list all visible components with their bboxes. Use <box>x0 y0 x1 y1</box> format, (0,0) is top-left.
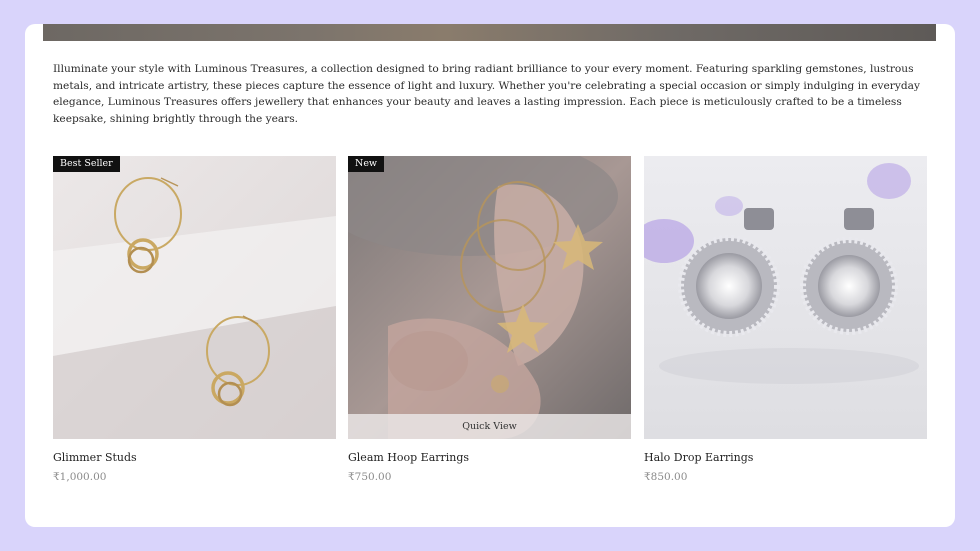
product-name[interactable]: Halo Drop Earrings <box>644 451 927 465</box>
product-name[interactable]: Gleam Hoop Earrings <box>348 451 631 465</box>
gold-hoop-earrings-image <box>53 156 336 439</box>
product-card[interactable]: Halo Drop Earrings ₹850.00 <box>644 156 927 484</box>
product-card[interactable]: Best Seller Glimmer Studs ₹1,000.00 <box>53 156 336 484</box>
product-name[interactable]: Glimmer Studs <box>53 451 336 465</box>
new-badge: New <box>348 156 385 172</box>
collection-description: Illuminate your style with Luminous Trea… <box>53 63 920 125</box>
model-star-hoop-earrings-image <box>348 156 631 439</box>
product-image[interactable]: New Quick View <box>348 156 631 439</box>
product-price: ₹850.00 <box>644 471 688 483</box>
product-card[interactable]: New Quick View Gleam Hoop Earrings ₹750.… <box>348 156 631 484</box>
best-seller-badge: Best Seller <box>53 156 120 172</box>
diamond-halo-studs-image <box>644 156 927 439</box>
hero-banner-image <box>43 24 936 41</box>
product-image[interactable] <box>644 156 927 439</box>
product-image[interactable]: Best Seller <box>53 156 336 439</box>
quick-view-button[interactable]: Quick View <box>348 414 631 439</box>
product-price: ₹750.00 <box>348 471 392 483</box>
product-price: ₹1,000.00 <box>53 471 107 483</box>
collection-card: Illuminate your style with Luminous Trea… <box>25 24 955 527</box>
